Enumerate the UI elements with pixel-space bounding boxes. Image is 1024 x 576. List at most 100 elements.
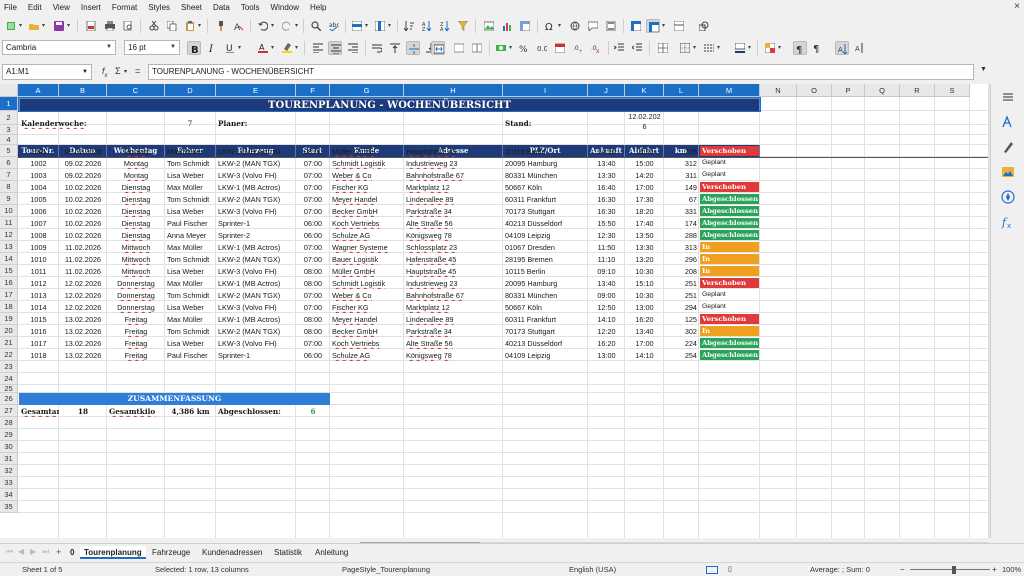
table-cell[interactable]: Paul Fischer [165, 350, 216, 361]
sum-dropdown-arrow[interactable]: ▾ [124, 68, 127, 75]
table-cell[interactable]: 14:20 [625, 170, 664, 181]
table-cell[interactable]: LKW-3 (Volvo FH) [216, 206, 296, 217]
table-cell[interactable]: 13:40 [588, 278, 625, 289]
table-cell[interactable]: Lindenallee 89 [404, 194, 503, 205]
borders-button[interactable] [678, 41, 692, 55]
formula-input[interactable]: TOURENPLANUNG - WOCHENÜBERSICHT [148, 64, 974, 80]
zoom-slider-thumb[interactable] [952, 566, 956, 574]
row-header-1[interactable]: 1 [0, 97, 18, 111]
table-cell[interactable]: 11:50 [588, 242, 625, 253]
table-cell[interactable]: 10.02.2026 [59, 182, 107, 193]
row-header-22[interactable]: 22 [0, 349, 18, 361]
table-cell[interactable]: 06:00 [296, 218, 330, 229]
column-header-e[interactable]: E [216, 84, 296, 97]
table-cell[interactable]: Königsweg 78 [404, 230, 503, 241]
sheet-tab-kundenadressen[interactable]: Kundenadressen [198, 546, 267, 559]
table-cell[interactable]: 17:00 [625, 338, 664, 349]
table-cell[interactable]: 08:00 [296, 146, 330, 157]
table-cell[interactable]: 09.02.2026 [59, 146, 107, 157]
status-badge[interactable]: Geplant [700, 170, 759, 180]
table-cell[interactable]: 13:00 [588, 350, 625, 361]
table-cell[interactable]: 251 [664, 290, 699, 301]
table-cell[interactable]: 1001 [18, 146, 59, 157]
row-header-4[interactable]: 4 [0, 135, 18, 145]
table-cell[interactable]: 208 [664, 266, 699, 277]
summary-done-value[interactable]: 6 [296, 406, 330, 417]
table-cell[interactable]: 09:00 [588, 290, 625, 301]
column-header-b[interactable]: B [59, 84, 107, 97]
table-cell[interactable]: 08:00 [296, 266, 330, 277]
open-button[interactable] [27, 19, 41, 33]
table-cell[interactable]: Dienstag [107, 206, 165, 217]
table-cell[interactable]: 311 [664, 170, 699, 181]
column-header-a[interactable]: A [18, 84, 59, 97]
export-pdf-button[interactable] [84, 19, 98, 33]
sidebar-navigator-button[interactable] [1001, 190, 1015, 204]
table-cell[interactable]: 11.02.2026 [59, 266, 107, 277]
sidebar-menu-button[interactable] [1001, 90, 1015, 104]
left-to-right-button[interactable]: ¶ [793, 41, 807, 55]
table-cell[interactable]: 08:00 [296, 326, 330, 337]
row-header-3[interactable]: 3 [0, 125, 18, 135]
font-color-button[interactable]: A [256, 41, 270, 55]
table-cell[interactable]: 07:00 [296, 302, 330, 313]
table-cell[interactable]: Lisa Weber [165, 206, 216, 217]
row-header-7[interactable]: 7 [0, 169, 18, 181]
table-cell[interactable]: 50667 Köln [503, 302, 588, 313]
row-header-9[interactable]: 9 [0, 193, 18, 205]
underline-button[interactable]: U [223, 41, 237, 55]
table-cell[interactable]: 11:10 [588, 254, 625, 265]
column-header-p[interactable]: P [832, 84, 865, 97]
table-cell[interactable]: LKW-1 (MB Actros) [216, 278, 296, 289]
table-cell[interactable]: Max Müller [165, 242, 216, 253]
table-cell[interactable]: Freitag [107, 314, 165, 325]
stand-value-line2[interactable]: 6 [625, 121, 664, 132]
table-cell[interactable]: 13.02.2026 [59, 338, 107, 349]
insert-chart-button[interactable] [500, 19, 514, 33]
sidebar-styles-button[interactable] [1001, 140, 1015, 154]
table-cell[interactable]: 14:10 [588, 146, 625, 157]
clone-formatting-button[interactable] [214, 19, 228, 33]
center-vertically-button[interactable] [406, 41, 420, 55]
border-style-dropdown-arrow[interactable]: ▾ [717, 43, 722, 53]
summary-km-value[interactable]: 4,386 km [165, 406, 216, 417]
summary-km-label[interactable]: Gesamtkilo [107, 406, 165, 417]
show-grid-lines-button[interactable] [656, 41, 670, 55]
table-cell[interactable]: LKW-1 (MB Actros) [216, 242, 296, 253]
stand-label[interactable]: Stand: [503, 118, 563, 129]
status-badge[interactable]: Verschoben [700, 182, 759, 192]
table-cell[interactable]: Sprinter-1 [216, 350, 296, 361]
table-cell[interactable]: LKW-1 (MB Actros) [216, 182, 296, 193]
redo-button[interactable] [280, 19, 294, 33]
table-cell[interactable]: 08:00 [296, 314, 330, 325]
menu-item-file[interactable]: File [4, 3, 17, 12]
new-dropdown-arrow[interactable]: ▾ [19, 21, 24, 31]
table-cell[interactable]: 13:50 [625, 230, 664, 241]
table-cell[interactable]: 10.02.2026 [59, 230, 107, 241]
table-cell[interactable]: Donnerstag [107, 278, 165, 289]
row-header-27[interactable]: 27 [0, 405, 18, 417]
table-cell[interactable]: 70173 Stuttgart [503, 326, 588, 337]
save-button[interactable] [52, 19, 66, 33]
status-badge[interactable]: Abgeschlossen [700, 338, 759, 348]
first-sheet-icon[interactable]: ⏮ [6, 547, 13, 557]
print-button[interactable] [103, 19, 117, 33]
paste-button[interactable] [183, 19, 197, 33]
border-color-dropdown-arrow[interactable]: ▾ [748, 43, 753, 53]
table-cell[interactable]: 15:50 [588, 218, 625, 229]
find-replace-button[interactable] [309, 19, 323, 33]
highlight-dropdown-arrow[interactable]: ▾ [295, 43, 300, 53]
select-all-corner[interactable] [0, 84, 18, 97]
row-dropdown-arrow[interactable]: ▾ [365, 21, 370, 31]
table-cell[interactable]: 15:10 [625, 278, 664, 289]
menu-item-sheet[interactable]: Sheet [181, 3, 202, 12]
table-cell[interactable]: 60311 Frankfurt [503, 194, 588, 205]
column-header-i[interactable]: I [503, 84, 588, 97]
summary-done-label[interactable]: Abgeschlossen: [216, 406, 296, 417]
menu-item-styles[interactable]: Styles [148, 3, 170, 12]
table-cell[interactable]: Dienstag [107, 182, 165, 193]
table-cell[interactable]: 1016 [18, 326, 59, 337]
table-cell[interactable]: Hafenstraße 45 [404, 254, 503, 265]
table-cell[interactable]: LKW-2 (MAN TGX) [216, 254, 296, 265]
table-cell[interactable]: LKW-2 (MAN TGX) [216, 290, 296, 301]
